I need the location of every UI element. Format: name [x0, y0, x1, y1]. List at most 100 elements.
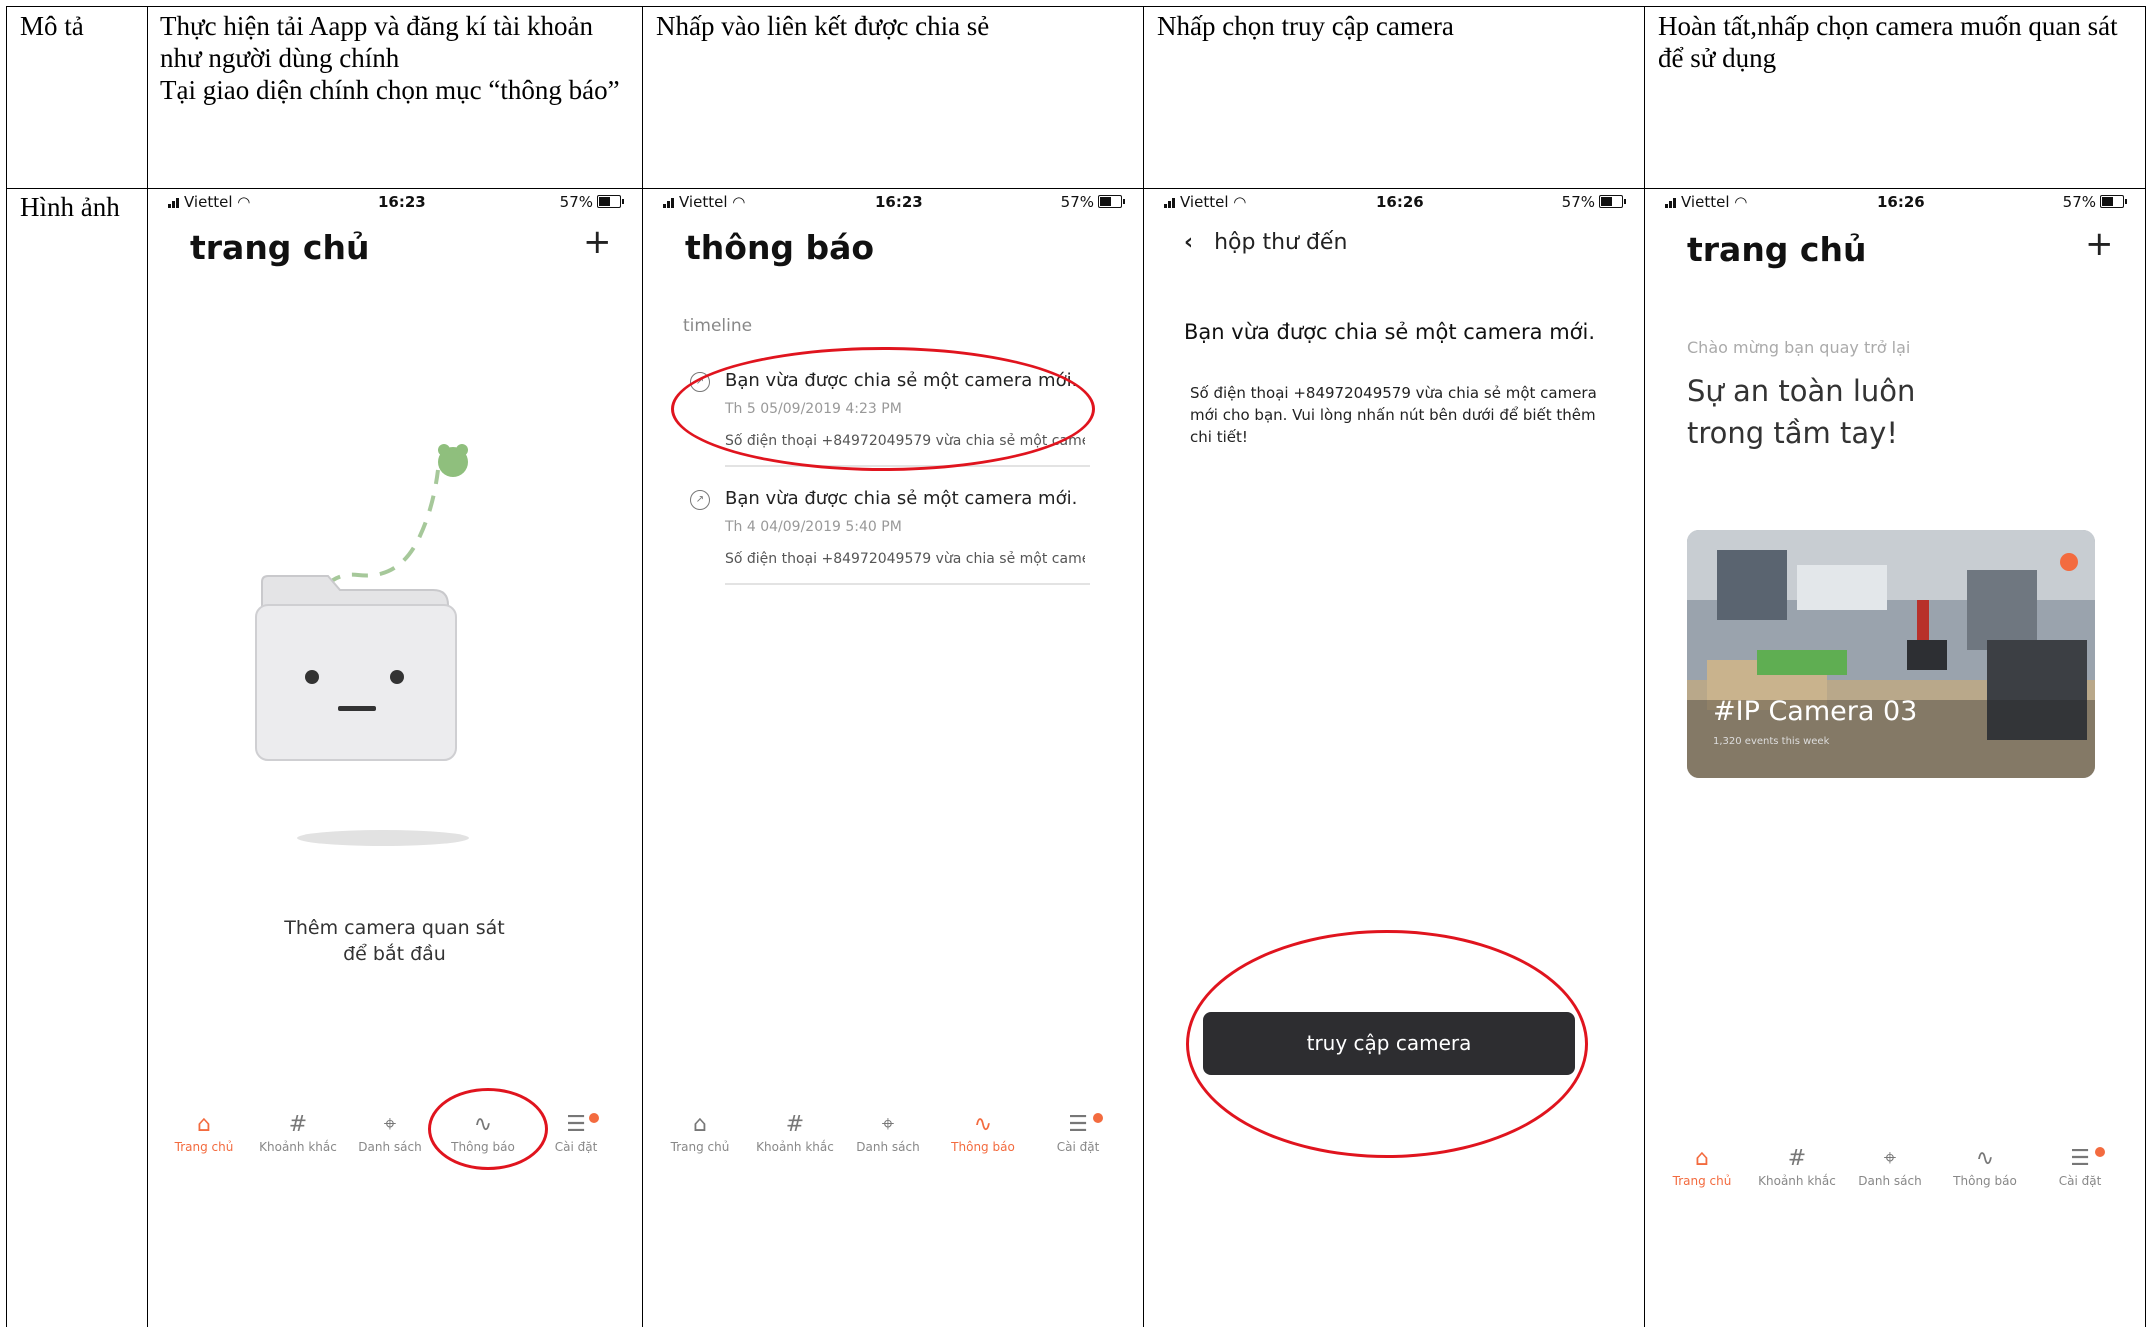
- settings-badge: [589, 1113, 599, 1123]
- carrier-name: Viettel: [1681, 193, 1730, 211]
- add-camera-button[interactable]: +: [583, 222, 612, 262]
- settings-icon: ☰: [1068, 1112, 1088, 1137]
- battery-percent: 57%: [2062, 193, 2096, 211]
- nav-item-home[interactable]: ⌂ Trang chủ: [159, 1110, 249, 1154]
- status-time: 16:26: [1376, 193, 1424, 211]
- section-label-timeline: timeline: [683, 316, 753, 336]
- wifi-icon: ◠: [1734, 193, 1748, 211]
- nav-item-settings[interactable]: ☰ Cài đặt: [2035, 1144, 2125, 1188]
- nav-item-moments[interactable]: # Khoảnh khắc: [750, 1110, 840, 1154]
- home-icon: ⌂: [197, 1112, 211, 1137]
- nav-item-moments[interactable]: # Khoảnh khắc: [1752, 1144, 1842, 1188]
- nav-item-notifications[interactable]: ∿ Thông báo: [1940, 1144, 2030, 1188]
- notification-title: Bạn vừa được chia sẻ một camera mới.: [725, 488, 1078, 509]
- bottom-nav: ⌂ Trang chủ # Khoảnh khắc ⌖ Danh sách ∿ Thôn…: [148, 1110, 641, 1190]
- nav-item-moments[interactable]: # Khoảnh khắc: [253, 1110, 343, 1154]
- status-time: 16:26: [1877, 193, 1925, 211]
- nav-item-home[interactable]: ⌂ Trang chủ: [1657, 1144, 1747, 1188]
- nav-item-home[interactable]: ⌂ Trang chủ: [655, 1110, 745, 1154]
- pulse-icon: ∿: [973, 1112, 993, 1137]
- add-camera-button[interactable]: +: [2085, 224, 2114, 264]
- message-heading: Bạn vừa được chia sẻ một camera mới.: [1184, 320, 1596, 344]
- pulse-icon: ∿: [1975, 1146, 1995, 1171]
- crosshair-icon: ⌖: [881, 1112, 895, 1137]
- table-border-top: [6, 6, 2145, 7]
- empty-folder-illustration: [255, 444, 469, 846]
- battery-icon: [1599, 195, 1626, 208]
- slogan-line-1: Sự an toàn luôn: [1687, 374, 1916, 408]
- highlight-ellipse-notification: [671, 347, 1095, 471]
- empty-state-message: Thêm camera quan sát để bắt đầu: [148, 915, 641, 967]
- battery-percent: 57%: [559, 193, 593, 211]
- home-icon: ⌂: [1695, 1146, 1709, 1171]
- row-header-image: Hình ảnh: [20, 192, 120, 222]
- back-label: hộp thư đến: [1214, 230, 1348, 255]
- table-border-left: [6, 6, 7, 1327]
- battery-icon: [597, 195, 624, 208]
- camera-card[interactable]: #IP Camera 03 1,320 events this week: [1687, 530, 2095, 778]
- description-step-1: Thực hiện tải Aapp và đăng kí tài khoản …: [160, 11, 620, 105]
- screenshot-inbox-detail: Viettel ◠ 16:26 57% ‹ hộp thư đến Bạn vừ…: [1144, 190, 1643, 1327]
- row-header-description: Mô tả: [20, 11, 84, 41]
- slogan: Sự an toàn luôn trong tầm tay!: [1687, 370, 1915, 454]
- welcome-text: Chào mừng bạn quay trở lại: [1687, 338, 1911, 357]
- highlight-ellipse-notifications: [428, 1088, 548, 1170]
- bottom-nav: ⌂ Trang chủ # Khoảnh khắc ⌖ Danh sách ∿ Thôn…: [643, 1110, 1142, 1190]
- slogan-line-2: trong tầm tay!: [1687, 416, 1898, 450]
- status-bar: Viettel ◠ 16:23 57%: [148, 190, 641, 220]
- wifi-icon: ◠: [1233, 193, 1247, 211]
- nav-item-notifications[interactable]: ∿ Thông báo: [938, 1110, 1028, 1154]
- screenshot-home-empty: Viettel ◠ 16:23 57% trang chủ + Thêm cam…: [148, 190, 641, 1327]
- clock-icon: ↗: [690, 490, 710, 510]
- signal-icon: [168, 194, 180, 212]
- battery-percent: 57%: [1060, 193, 1094, 211]
- description-step-3: Nhấp chọn truy cập camera: [1157, 11, 1454, 41]
- carrier-name: Viettel: [184, 193, 233, 211]
- empty-state-line-2: để bắt đầu: [343, 943, 446, 965]
- wifi-icon: ◠: [237, 193, 251, 211]
- carrier-name: Viettel: [1180, 193, 1229, 211]
- wifi-icon: ◠: [732, 193, 746, 211]
- hash-icon: #: [288, 1112, 308, 1137]
- battery-icon: [1098, 195, 1125, 208]
- screenshot-notifications: Viettel ◠ 16:23 57% thông báo timeline ↗…: [643, 190, 1142, 1327]
- status-bar: Viettel ◠ 16:26 57%: [1144, 190, 1643, 220]
- nav-item-list[interactable]: ⌖ Danh sách: [843, 1110, 933, 1154]
- settings-badge: [2095, 1147, 2105, 1157]
- signal-icon: [1164, 194, 1176, 212]
- camera-name: #IP Camera 03: [1713, 696, 1918, 727]
- description-step-2: Nhấp vào liên kết được chia sẻ: [656, 11, 990, 41]
- screenshot-home-with-camera: Viettel ◠ 16:26 57% trang chủ + Chào mừn…: [1645, 190, 2144, 1327]
- empty-state-line-1: Thêm camera quan sát: [284, 917, 505, 939]
- status-bar: Viettel ◠ 16:26 57%: [1645, 190, 2144, 220]
- hash-icon: #: [785, 1112, 805, 1137]
- folder-icon: [255, 575, 457, 761]
- page-title: trang chủ: [1687, 230, 1867, 269]
- crosshair-icon: ⌖: [383, 1112, 397, 1137]
- notification-body: Số điện thoại +84972049579 vừa chia sẻ m…: [725, 551, 1085, 567]
- folder-shadow: [297, 830, 469, 846]
- status-time: 16:23: [378, 193, 426, 211]
- signal-icon: [663, 194, 675, 212]
- description-step-4: Hoàn tất,nhấp chọn camera muốn quan sát …: [1658, 11, 2125, 73]
- page-title: trang chủ: [190, 228, 370, 267]
- status-bar: Viettel ◠ 16:23 57%: [643, 190, 1142, 220]
- carrier-name: Viettel: [679, 193, 728, 211]
- home-icon: ⌂: [693, 1112, 707, 1137]
- battery-percent: 57%: [1561, 193, 1595, 211]
- message-body: Số điện thoại +84972049579 vừa chia sẻ m…: [1190, 384, 1597, 446]
- nav-item-list[interactable]: ⌖ Danh sách: [345, 1110, 435, 1154]
- nav-item-settings[interactable]: ☰ Cài đặt: [1033, 1110, 1123, 1154]
- battery-icon: [2100, 195, 2127, 208]
- page-title: thông báo: [685, 228, 875, 267]
- chevron-left-icon: ‹: [1184, 230, 1194, 255]
- bottom-nav: ⌂ Trang chủ # Khoảnh khắc ⌖ Danh sách ∿ Thôn…: [1645, 1144, 2144, 1224]
- table-row-divider: [6, 188, 2145, 189]
- highlight-ellipse-button: [1186, 930, 1588, 1158]
- bug-icon: [438, 444, 468, 477]
- status-time: 16:23: [875, 193, 923, 211]
- settings-badge: [1093, 1113, 1103, 1123]
- divider: [725, 583, 1090, 585]
- nav-item-list[interactable]: ⌖ Danh sách: [1845, 1144, 1935, 1188]
- back-button[interactable]: ‹ hộp thư đến: [1184, 230, 1347, 255]
